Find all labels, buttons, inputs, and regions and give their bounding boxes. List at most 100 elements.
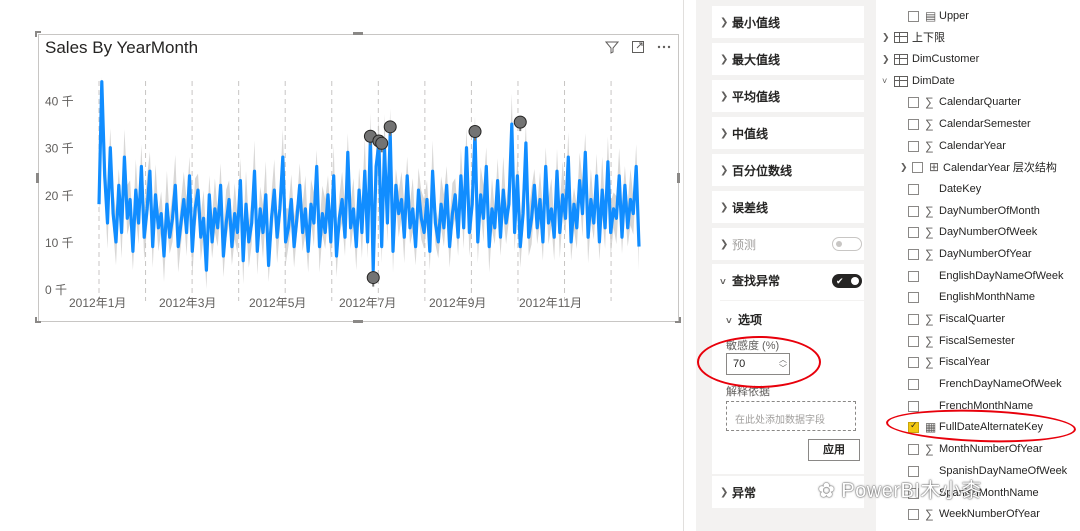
field-item[interactable]: ∑ FiscalSemester	[908, 331, 1015, 351]
field-item[interactable]: ∑ MonthNumberOfYear	[908, 439, 1043, 459]
card-forecast[interactable]: ❯ 预测	[712, 228, 864, 260]
field-checkbox[interactable]	[908, 313, 919, 325]
wechat-icon: ✿	[818, 480, 842, 502]
card-label: 平均值线	[732, 89, 781, 104]
anomaly-marker	[513, 115, 527, 129]
field-checkbox[interactable]	[908, 226, 919, 238]
field-checkbox[interactable]	[908, 205, 919, 217]
fields-pane: ▤ Upper ❯ 上下限 ❯ DimCustomer ˅ DimDate ∑ CalendarQ…	[876, 0, 1080, 531]
chevron-right-icon[interactable]: ❯	[900, 162, 912, 173]
field-checkbox[interactable]	[908, 140, 919, 152]
field-checkbox[interactable]	[908, 248, 919, 260]
forecast-toggle[interactable]	[832, 237, 862, 251]
field-item[interactable]: EnglishDayNameOfWeek	[908, 266, 1064, 286]
field-item[interactable]: FrenchDayNameOfWeek	[908, 374, 1062, 394]
field-checkbox[interactable]	[908, 335, 919, 347]
field-checkbox[interactable]	[908, 118, 919, 130]
chevron-right-icon: ❯	[720, 16, 729, 28]
sigma-icon: ∑	[925, 139, 934, 153]
field-item[interactable]: ˅ DimDate	[882, 71, 955, 91]
y-tick-label: 40 千	[45, 95, 74, 109]
chevron-right-icon[interactable]: ❯	[882, 54, 894, 65]
field-label: CalendarYear	[939, 140, 1006, 152]
field-item[interactable]: ∑ DayNumberOfWeek	[908, 222, 1037, 242]
card-average-line[interactable]: ❯ 平均值线	[712, 80, 864, 112]
anomaly-marker	[366, 271, 380, 285]
field-label: DateKey	[939, 183, 982, 195]
field-checkbox[interactable]	[908, 400, 919, 412]
chevron-down-icon: ˅	[726, 316, 732, 327]
chevron-right-icon: ❯	[720, 53, 729, 65]
card-label: 预测	[732, 237, 757, 252]
field-checkbox[interactable]	[908, 96, 919, 108]
sales-line	[97, 80, 641, 272]
sigma-icon: ∑	[925, 117, 934, 131]
field-item[interactable]: ❯ ⊞ CalendarYear 层次结构	[900, 157, 1057, 177]
anomaly-marker	[383, 120, 397, 134]
field-item[interactable]: ∑ FiscalYear	[908, 352, 990, 372]
field-checkbox[interactable]	[912, 161, 923, 173]
sigma-icon: ∑	[925, 204, 934, 218]
chevron-down-icon[interactable]: ˅	[882, 76, 894, 86]
field-item[interactable]: ❯ DimCustomer	[882, 49, 979, 69]
field-checkbox[interactable]	[908, 443, 919, 455]
table-icon	[894, 53, 908, 65]
chevron-right-icon: ❯	[720, 486, 729, 498]
field-label: DayNumberOfMonth	[939, 205, 1040, 217]
line-chart-visual[interactable]: Sales By YearMonth 0 千 10 千 20 千 30 千 40 千 20…	[38, 34, 679, 322]
field-label: EnglishMonthName	[939, 291, 1035, 303]
field-checkbox[interactable]	[908, 508, 919, 520]
resize-handle-top[interactable]	[353, 32, 363, 35]
field-checkbox[interactable]	[908, 183, 919, 195]
card-median-line[interactable]: ❯ 中值线	[712, 117, 864, 149]
field-item[interactable]: ∑ CalendarYear	[908, 136, 1006, 156]
apply-button[interactable]: 应用	[808, 439, 860, 461]
field-label: FiscalSemester	[939, 335, 1015, 347]
field-item[interactable]: ∑ WeekNumberOfYear	[908, 504, 1040, 524]
find-anomalies-header[interactable]: ˅ 查找异常	[720, 272, 780, 289]
field-label: Upper	[939, 10, 969, 22]
field-checkbox[interactable]	[908, 270, 919, 282]
field-checkbox[interactable]	[908, 291, 919, 303]
card-label: 最小值线	[732, 15, 781, 30]
field-item[interactable]: ∑ DayNumberOfYear	[908, 244, 1032, 264]
explain-by-dropzone[interactable]: 在此处添加数据字段	[726, 401, 856, 431]
field-item[interactable]: DateKey	[908, 179, 981, 199]
resize-handle-bottom[interactable]	[353, 320, 363, 323]
resize-handle-right[interactable]	[677, 173, 680, 183]
chevron-right-icon: ❯	[720, 201, 729, 213]
anomaly-marker	[468, 125, 482, 139]
field-checkbox[interactable]	[908, 356, 919, 368]
field-item[interactable]: ∑ CalendarQuarter	[908, 92, 1021, 112]
field-item[interactable]: ▤ Upper	[908, 6, 969, 26]
table-icon	[894, 31, 908, 43]
field-checkbox[interactable]	[908, 378, 919, 390]
anomaly-marker	[375, 136, 389, 150]
card-percentile-line[interactable]: ❯ 百分位数线	[712, 154, 864, 186]
card-max-line[interactable]: ❯ 最大值线	[712, 43, 864, 75]
field-item[interactable]: ∑ FiscalQuarter	[908, 309, 1005, 329]
chevron-right-icon[interactable]: ❯	[882, 32, 894, 43]
y-tick-label: 20 千	[45, 189, 74, 203]
field-label: CalendarQuarter	[939, 96, 1021, 108]
sigma-icon: ∑	[925, 312, 934, 326]
field-label: FrenchDayNameOfWeek	[939, 378, 1062, 390]
resize-handle-corner-br[interactable]	[675, 317, 681, 323]
y-tick-label: 0 千	[45, 283, 67, 297]
card-error-bars[interactable]: ❯ 误差线	[712, 191, 864, 223]
field-item[interactable]: ∑ CalendarSemester	[908, 114, 1031, 134]
field-label: DimDate	[912, 75, 955, 87]
resize-handle-corner-bl[interactable]	[35, 317, 41, 323]
field-item[interactable]: ❯ 上下限	[882, 27, 945, 47]
field-checkbox[interactable]	[908, 10, 919, 22]
card-label: 误差线	[732, 200, 769, 215]
find-anomalies-toggle[interactable]: ✔	[832, 274, 862, 288]
format-pane: ❯ 最小值线 ❯ 最大值线 ❯ 平均值线 ❯ 中值线 ❯ 百分位数线 ❯ 误差线 ❯ 预测 ˅…	[696, 0, 876, 531]
resize-handle-corner-tl[interactable]	[35, 31, 41, 37]
chevron-right-icon: ❯	[720, 238, 729, 250]
field-item[interactable]: ∑ DayNumberOfMonth	[908, 201, 1040, 221]
field-item[interactable]: EnglishMonthName	[908, 287, 1035, 307]
options-header[interactable]: ˅ 选项	[726, 311, 762, 328]
card-min-line[interactable]: ❯ 最小值线	[712, 6, 864, 38]
resize-handle-left[interactable]	[36, 173, 39, 183]
